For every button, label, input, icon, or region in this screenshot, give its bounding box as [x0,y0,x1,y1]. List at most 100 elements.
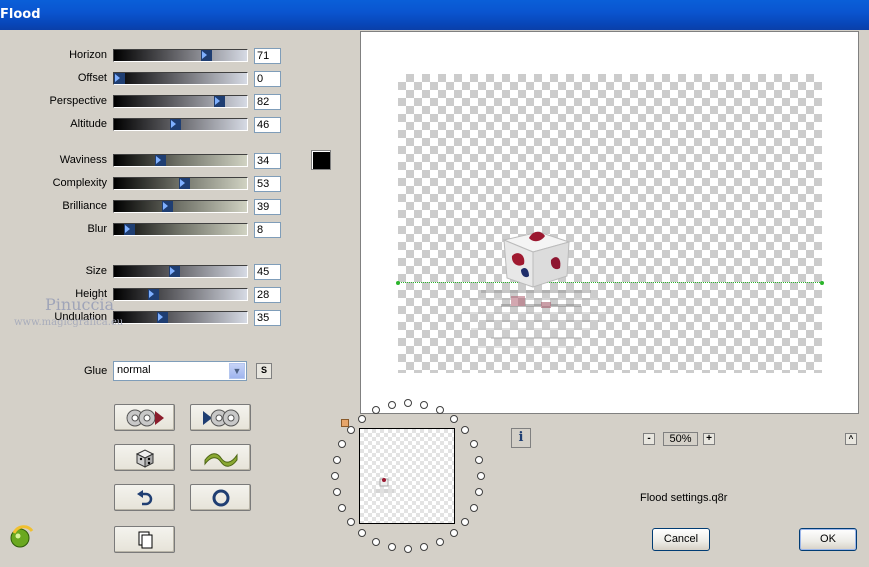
slider-row-waviness: Waviness 34 [0,153,300,169]
collapse-button[interactable]: ^ [845,433,857,445]
load-preset-icon [126,409,164,426]
copy-icon [138,531,152,548]
waviness-value-input[interactable]: 34 [254,153,281,169]
navigator-dot[interactable] [404,399,412,407]
waviness-slider-thumb[interactable] [155,155,166,166]
navigator-dot[interactable] [338,503,347,512]
navigator-dot[interactable] [372,537,381,546]
random-button[interactable] [114,444,175,471]
navigator-dot[interactable] [420,543,429,552]
perspective-slider-thumb[interactable] [214,96,225,107]
brilliance-slider-thumb[interactable] [162,201,173,212]
navigator-dot[interactable] [332,455,341,464]
horizon-slider[interactable] [113,49,248,62]
glue-label: Glue [84,365,108,377]
slider-row-horizon: Horizon 71 [0,48,300,64]
navigator-dot[interactable] [475,455,484,464]
navigator-dot[interactable] [435,537,444,546]
ok-button[interactable]: OK [799,528,857,551]
slider-row-complexity: Complexity 53 [0,176,300,192]
navigator-dot[interactable] [346,517,355,526]
offset-slider[interactable] [113,72,248,85]
glue-select[interactable]: normal ▼ [113,361,247,381]
waviness-slider[interactable] [113,154,248,167]
glue-select-value: normal [117,364,151,376]
navigator-thumbnail[interactable] [359,428,455,524]
navigator-dot[interactable] [331,472,339,480]
height-value-input[interactable]: 28 [254,287,281,303]
altitude-value-input[interactable]: 46 [254,117,281,133]
size-slider[interactable] [113,265,248,278]
navigator-dot[interactable] [469,503,478,512]
flood-color-swatch[interactable] [311,150,331,170]
blur-slider[interactable] [113,223,248,236]
brilliance-value-input[interactable]: 39 [254,199,281,215]
undulation-slider-thumb[interactable] [157,312,168,323]
navigator-dot[interactable] [475,488,484,497]
perspective-value-input[interactable]: 82 [254,94,281,110]
preview-image [396,231,824,348]
navigator-dot[interactable] [449,414,458,423]
height-slider[interactable] [113,288,248,301]
size-value-input[interactable]: 45 [254,264,281,280]
slider-row-altitude: Altitude 46 [0,117,300,133]
load-preset-button[interactable] [114,404,175,431]
window-title: Flood [0,7,41,22]
undulation-slider[interactable] [113,311,248,324]
slider-row-perspective: Perspective 82 [0,94,300,110]
altitude-slider-thumb[interactable] [170,119,181,130]
complexity-value-input[interactable]: 53 [254,176,281,192]
preview-canvas[interactable] [360,31,859,414]
watermark-name: Pinuccia [45,295,115,314]
offset-slider-thumb[interactable] [114,73,125,84]
complexity-slider[interactable] [113,177,248,190]
chevron-down-icon[interactable]: ▼ [229,363,245,379]
wave-button[interactable] [190,444,251,471]
offset-label: Offset [77,72,107,84]
zoom-out-button[interactable]: - [643,433,655,445]
settings-file-label: Flood settings.q8r [640,492,728,504]
size-slider-thumb[interactable] [169,266,180,277]
reset-button[interactable] [190,484,251,511]
navigator-dot[interactable] [461,517,470,526]
offset-value-input[interactable]: 0 [254,71,281,87]
waviness-label: Waviness [59,154,107,166]
navigator-dot[interactable] [435,406,444,415]
copy-button[interactable] [114,526,175,553]
navigator-dot[interactable] [346,426,355,435]
blur-slider-thumb[interactable] [124,224,135,235]
glue-s-button[interactable]: S [256,363,272,379]
title-bar: Flood [0,0,869,30]
height-slider-thumb[interactable] [148,289,159,300]
save-preset-button[interactable] [190,404,251,431]
zoom-level: 50% [663,432,698,446]
blur-value-input[interactable]: 8 [254,222,281,238]
navigator-dot[interactable] [477,472,485,480]
navigator-dot[interactable] [358,529,367,538]
altitude-slider[interactable] [113,118,248,131]
horizon-label: Horizon [69,49,107,61]
navigator-dot[interactable] [404,545,412,553]
zoom-in-button[interactable]: + [703,433,715,445]
navigator-dot[interactable] [469,440,478,449]
random-dice-icon [135,448,154,468]
info-button[interactable]: i [511,428,531,448]
navigator-dot[interactable] [449,529,458,538]
navigator-dot[interactable] [332,488,341,497]
undo-button[interactable] [114,484,175,511]
slider-row-brilliance: Brilliance 39 [0,199,300,215]
navigator-dot[interactable] [358,414,367,423]
horizon-value-input[interactable]: 71 [254,48,281,64]
navigator-dot[interactable] [461,426,470,435]
navigator-dot[interactable] [387,543,396,552]
complexity-slider-thumb[interactable] [179,178,190,189]
undulation-value-input[interactable]: 35 [254,310,281,326]
size-label: Size [85,265,107,277]
filter-logo-icon [8,523,34,549]
horizon-slider-thumb[interactable] [201,50,212,61]
brilliance-slider[interactable] [113,200,248,213]
perspective-slider[interactable] [113,95,248,108]
navigator-dot[interactable] [387,400,396,409]
navigator-dot[interactable] [338,440,347,449]
cancel-button[interactable]: Cancel [652,528,710,551]
